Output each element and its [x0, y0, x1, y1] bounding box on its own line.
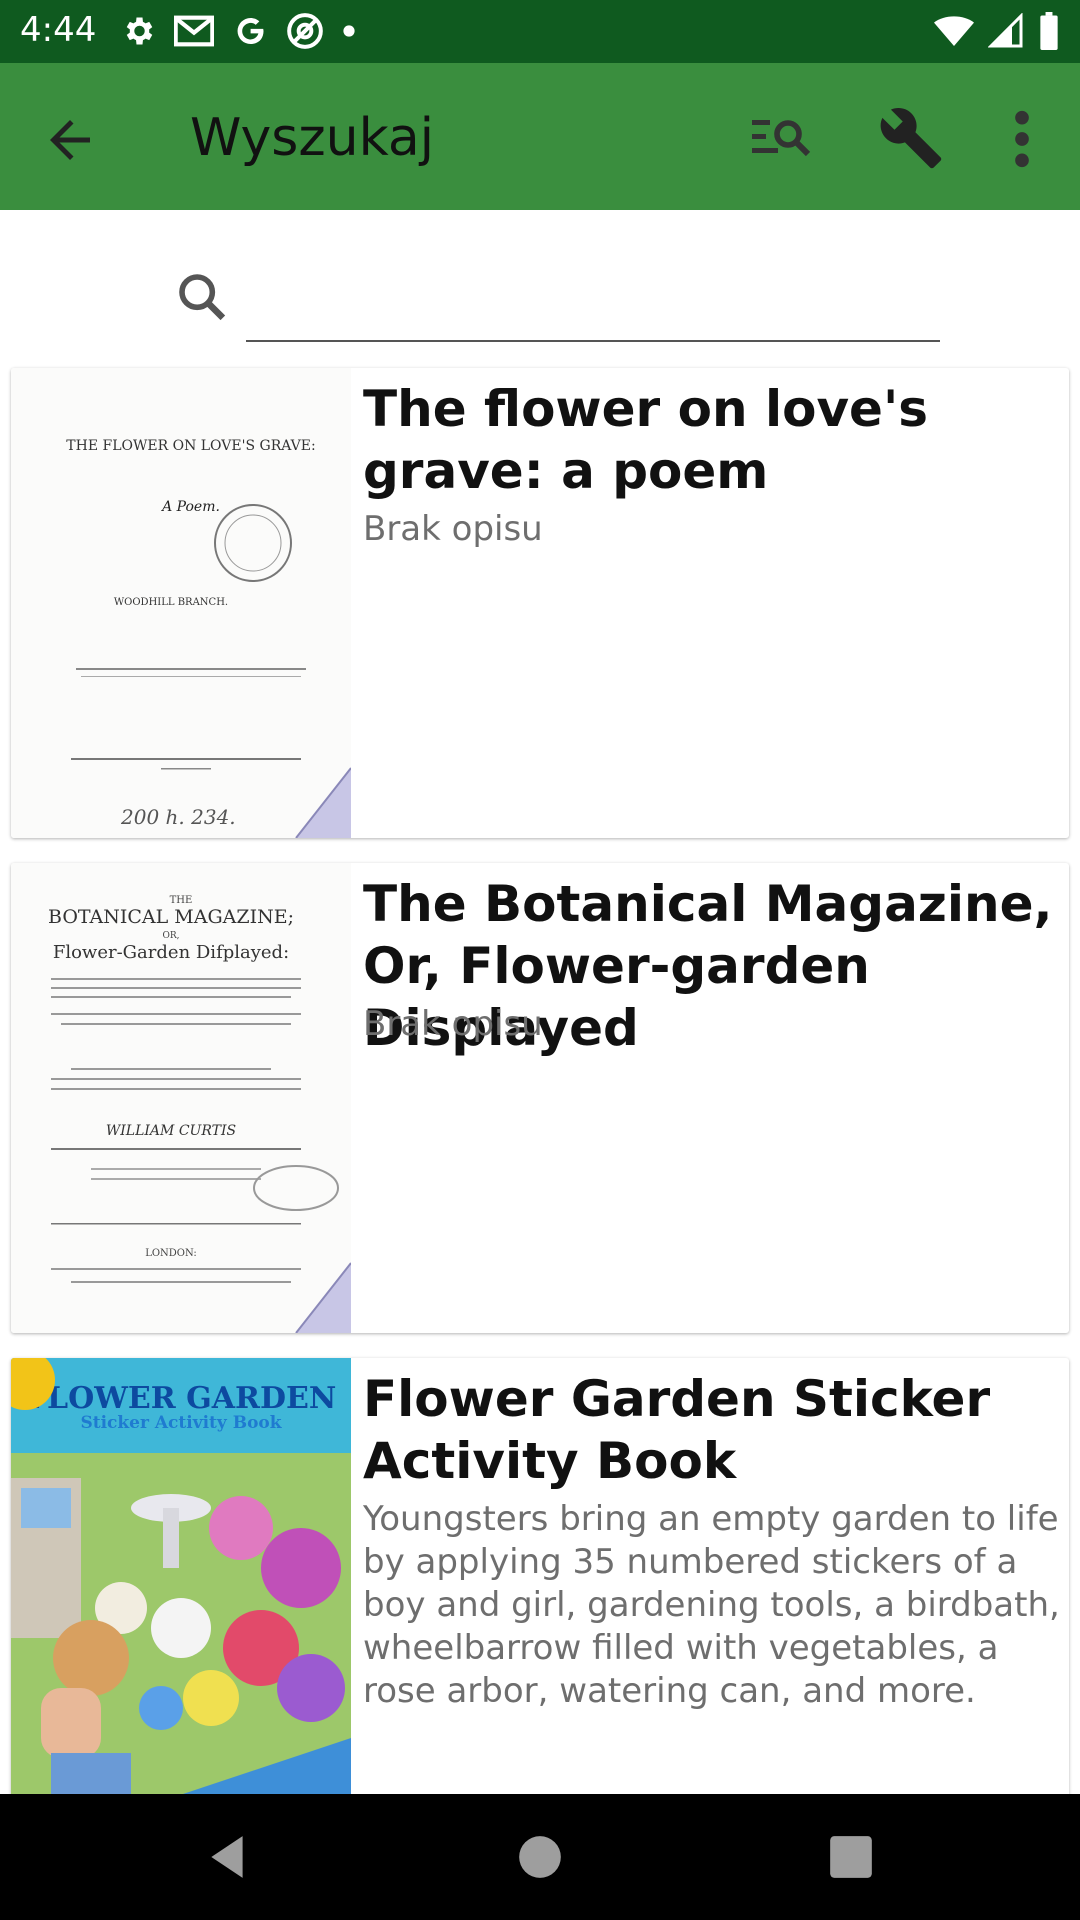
book-title: Flower Garden Sticker Activity Book [363, 1370, 991, 1490]
cover-text: WILLIAM CURTIS [106, 1123, 236, 1139]
search-list-icon[interactable] [752, 113, 812, 163]
cover-text: LONDON: [145, 1248, 197, 1259]
status-bar: 4:44 [0, 0, 1080, 63]
cover-text: Sticker Activity Book [80, 1413, 282, 1433]
list-item[interactable]: THE FLOWER ON LOVE'S GRAVE: A Poem. WOOD… [11, 368, 1069, 838]
cover-text: OR, [162, 931, 179, 941]
nav-recents-icon[interactable] [826, 1832, 876, 1882]
cover-text: Flower-Garden Difplayed: [53, 942, 289, 963]
book-title: The flower on love's grave: a poem [363, 380, 929, 500]
cover-text: WOODHILL BRANCH. [114, 597, 228, 608]
cover-text: THE FLOWER ON LOVE'S GRAVE: [66, 438, 315, 454]
wrench-icon[interactable] [878, 105, 944, 171]
navigation-bar [0, 1794, 1080, 1920]
book-description: Brak opisu [363, 509, 543, 549]
cover-art: FLOWER GARDEN Sticker Activity Book [11, 1358, 351, 1798]
list-item[interactable]: FLOWER GARDEN Sticker Activity Book Flow… [11, 1358, 1069, 1798]
page-title: Wyszukaj [190, 108, 435, 168]
gmail-icon [174, 15, 214, 47]
signal-icon [988, 13, 1023, 48]
cover-text: BOTANICAL MAGAZINE; [48, 906, 294, 928]
google-icon [237, 17, 264, 45]
search-icon [179, 274, 226, 321]
wifi-icon [934, 16, 974, 46]
app-bar: Wyszukaj [0, 63, 1080, 210]
book-cover: THE FLOWER ON LOVE'S GRAVE: A Poem. WOOD… [11, 368, 351, 838]
dot-icon [343, 25, 355, 37]
notification-icons [120, 12, 356, 50]
cover-text: THE [170, 895, 193, 906]
list-item[interactable]: THE BOTANICAL MAGAZINE; OR, Flower-Garde… [11, 863, 1069, 1333]
more-vert-icon[interactable] [1000, 107, 1044, 171]
back-arrow-icon[interactable] [40, 110, 100, 170]
system-icons [934, 12, 1060, 50]
cover-text: A Poem. [160, 499, 220, 515]
book-description: Brak opisu [363, 1004, 543, 1044]
nav-home-icon[interactable] [515, 1832, 565, 1882]
book-cover: FLOWER GARDEN Sticker Activity Book [11, 1358, 351, 1798]
nav-back-icon[interactable] [203, 1832, 253, 1882]
cover-text: FLOWER GARDEN [26, 1381, 337, 1416]
cover-art: THE BOTANICAL MAGAZINE; OR, Flower-Garde… [48, 895, 351, 1333]
battery-icon [1040, 12, 1058, 50]
cover-art: THE FLOWER ON LOVE'S GRAVE: A Poem. WOOD… [66, 438, 351, 838]
book-description: Youngsters bring an empty garden to life… [363, 1499, 1060, 1711]
settings-icon [126, 17, 153, 45]
book-cover: THE BOTANICAL MAGAZINE; OR, Flower-Garde… [11, 863, 351, 1333]
status-time: 4:44 [20, 10, 97, 50]
search-input[interactable] [246, 270, 940, 342]
cover-text: 200 h. 234. [120, 805, 236, 829]
at-sign-icon [287, 13, 323, 49]
search-bar [0, 210, 1080, 360]
